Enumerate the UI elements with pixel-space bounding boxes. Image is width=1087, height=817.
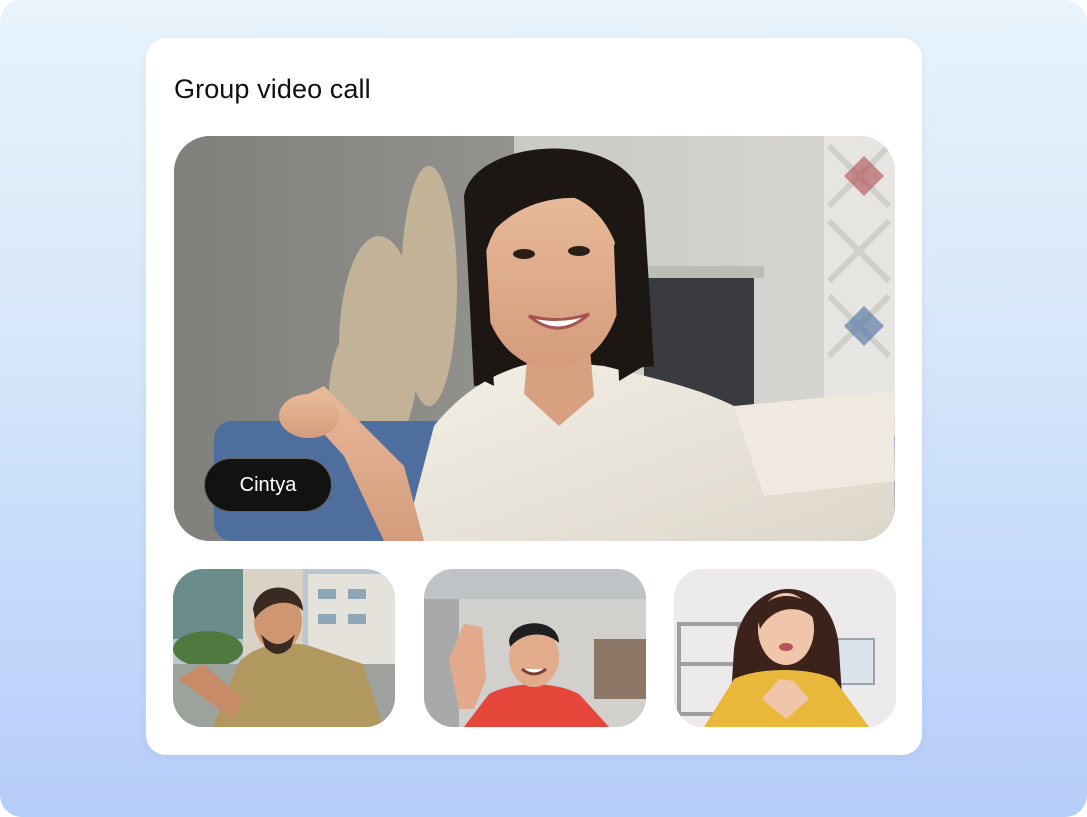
participant-image-3 xyxy=(674,569,896,727)
participant-tile-3[interactable] xyxy=(674,569,896,727)
participant-image-1 xyxy=(173,569,395,727)
main-speaker-video[interactable]: Cintya xyxy=(174,136,895,541)
participant-image-2 xyxy=(424,569,646,727)
video-call-card: Group video call Cintya xyxy=(146,38,922,755)
page-background: Group video call Cintya xyxy=(0,0,1087,817)
card-title: Group video call xyxy=(174,74,371,104)
participant-tile-1[interactable] xyxy=(173,569,395,727)
speaker-name-tag: Cintya xyxy=(204,458,332,512)
participant-tile-2[interactable] xyxy=(424,569,646,727)
